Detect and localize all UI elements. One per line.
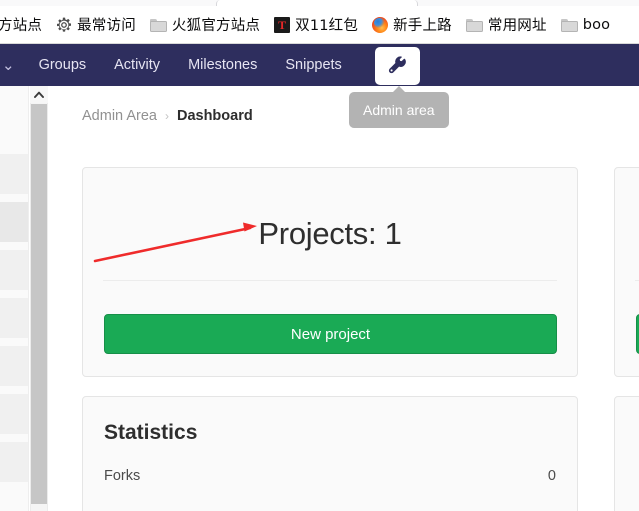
bookmarks-toolbar: 方站点 最常访问 火狐官方站点 双11红包 新手上路 常用网址 [0,6,639,44]
nav-item-milestones[interactable]: Milestones [174,44,271,86]
wrench-icon [388,56,406,74]
bookmark-item-most-visited[interactable]: 最常访问 [49,11,143,38]
statistics-row-value: 0 [547,468,556,484]
bookmark-label: 常用网址 [487,18,547,34]
folder-icon [560,18,578,32]
projects-card: Projects: 1 New project [82,167,578,377]
sidebar-row[interactable] [0,346,28,386]
sidebar-row[interactable] [0,298,28,338]
taobao-icon [274,16,291,33]
statistics-card: Statistics Forks 0 [82,396,578,511]
sidebar-row[interactable] [0,394,28,434]
admin-area-button[interactable] [375,47,420,85]
bookmark-item-common-sites[interactable]: 常用网址 [459,11,554,38]
bookmark-item-double11[interactable]: 双11红包 [267,11,365,38]
nav-item-snippets[interactable]: Snippets [271,44,355,86]
main-content: Admin Area › Dashboard Projects: 1 New p… [48,86,639,511]
sidebar-row[interactable] [0,442,28,482]
left-sidebar-partial [0,86,29,511]
statistics-row-forks: Forks 0 [104,468,556,484]
sidebar-row[interactable] [0,202,28,242]
folder-icon [465,18,483,32]
nav-item-activity[interactable]: Activity [100,44,174,86]
browser-window: 方站点 最常访问 火狐官方站点 双11红包 新手上路 常用网址 [0,0,639,511]
bookmark-label: 最常访问 [77,18,136,34]
bookmark-label: 方站点 [0,18,43,34]
chevron-down-icon[interactable]: ⌄ [2,58,15,73]
bookmark-label: 双11红包 [295,18,359,34]
bookmark-item[interactable]: 方站点 [0,11,49,38]
breadcrumb-dashboard: Dashboard [176,108,253,124]
nav-item-groups[interactable]: Groups [25,44,101,86]
bookmark-label: boo [582,16,611,33]
gitlab-top-navigation: ⌄ Groups Activity Milestones Snippets [0,44,639,86]
gear-icon [57,17,72,32]
right-column-card-1 [614,167,639,377]
vertical-scrollbar-thumb[interactable] [31,104,47,504]
breadcrumb-admin-area[interactable]: Admin Area [82,108,157,124]
admin-area-tooltip: Admin area [349,92,449,128]
scroll-up-arrow-icon[interactable] [30,86,48,103]
card-divider [103,280,557,281]
bookmark-item-firefox-official[interactable]: 火狐官方站点 [143,11,267,38]
statistics-row-label: Forks [104,468,141,484]
card-divider [635,280,639,281]
statistics-title: Statistics [104,421,198,444]
breadcrumb-separator-icon: › [164,109,169,123]
bookmark-label: 火狐官方站点 [171,18,261,34]
bookmark-label: 新手上路 [393,18,452,34]
folder-icon [149,18,167,32]
page-body: Admin Area › Dashboard Projects: 1 New p… [0,86,639,511]
right-column-card-2 [614,396,639,511]
breadcrumb: Admin Area › Dashboard [82,108,253,124]
sidebar-row[interactable] [0,154,28,194]
bookmark-item-bookmarks[interactable]: boo [554,14,618,36]
projects-count-label: Projects: 1 [258,216,402,251]
sidebar-row[interactable] [0,250,28,290]
chevron-up-icon [34,91,44,98]
new-project-button[interactable]: New project [104,314,557,354]
bookmark-item-getting-started[interactable]: 新手上路 [365,11,459,38]
firefox-icon [372,16,389,33]
